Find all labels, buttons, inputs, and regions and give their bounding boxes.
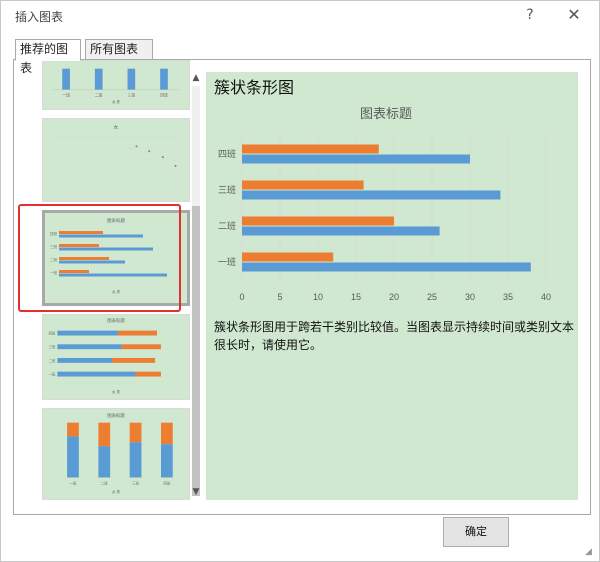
thumb5-cat-0: 一班 — [70, 480, 77, 485]
dialog-title: 插入图表 — [15, 10, 64, 24]
resize-grip-icon[interactable]: ◢ — [585, 547, 597, 559]
bar-male — [242, 190, 501, 200]
category-label: 一班 — [218, 256, 236, 267]
preview-chart-type-title: 簇状条形图 — [214, 78, 295, 97]
x-tick-label: 25 — [427, 292, 437, 302]
thumb1-cat-3: 四班 — [160, 93, 168, 98]
thumb5-cat-2: 三班 — [132, 480, 139, 485]
ok-button[interactable]: 确定 — [443, 517, 509, 547]
thumb3-legend: 女 男 — [112, 289, 121, 294]
close-button[interactable]: ✕ — [561, 4, 587, 26]
bar-male — [242, 226, 440, 236]
tab-recommended-charts[interactable]: 推荐的图表 — [15, 39, 81, 75]
scroll-thumb[interactable] — [192, 206, 200, 496]
thumb3-cat-2: 三班 — [50, 244, 57, 249]
thumb2-title: 女 — [114, 124, 119, 131]
thumb3-cat-1: 二班 — [50, 257, 57, 262]
bar-female — [242, 216, 394, 226]
tab-all-charts[interactable]: 所有图表 — [85, 39, 153, 60]
thumb3-cat-0: 一班 — [50, 270, 57, 275]
thumb5-legend: 女 男 — [112, 489, 120, 494]
help-button[interactable]: ? — [517, 4, 543, 26]
thumbnail-scatter[interactable]: 女 — [42, 118, 190, 202]
thumbnail-stacked-bar[interactable]: 图表标题 四班 三班 二班 一班 女 男 — [42, 314, 190, 400]
x-tick-label: 35 — [503, 292, 513, 302]
thumbnail-clustered-column[interactable]: 一班 二班 三班 四班 女 男 — [42, 60, 190, 110]
x-tick-label: 5 — [277, 292, 282, 302]
thumb3-cat-3: 四班 — [50, 231, 57, 236]
thumb4-cat-0: 一班 — [49, 372, 56, 377]
preview-chart: 图表标题 一班二班三班四班 0510152025303540 女男 — [206, 102, 578, 324]
thumbnail-clustered-bar[interactable]: 图表标题 四班 三班 二班 一班 女 男 — [42, 210, 190, 306]
x-tick-label: 40 — [541, 292, 551, 302]
chart-preview: 簇状条形图 图表标题 一班二班三班四班 0510152025303540 女男 … — [206, 72, 578, 500]
category-label: 二班 — [218, 220, 236, 231]
bar-female — [242, 252, 334, 262]
thumbnail-scatter-graphic: 女 — [53, 124, 181, 196]
thumb5-cat-3: 四班 — [163, 480, 170, 485]
thumbnail-percent-stacked-column[interactable]: 图表标题 一班 二班 三班 四班 女 男 — [42, 408, 190, 500]
x-tick-label: 0 — [239, 292, 244, 302]
x-tick-label: 20 — [389, 292, 399, 302]
bar-male — [242, 262, 531, 272]
insert-chart-dialog: 插入图表 ? ✕ 推荐的图表 所有图表 一班 二班 三班 四班 女 男 女 图表… — [0, 0, 600, 562]
category-label: 四班 — [218, 148, 236, 159]
x-tick-label: 30 — [465, 292, 475, 302]
bar-female — [242, 180, 364, 190]
thumb5-cat-1: 二班 — [101, 480, 108, 485]
thumb1-cat-0: 一班 — [62, 93, 70, 98]
thumbnail-clustered-column-graphic: 一班 二班 三班 四班 女 男 — [52, 68, 180, 104]
thumb1-cat-1: 二班 — [95, 93, 103, 98]
scroll-track[interactable] — [192, 86, 200, 496]
thumbnail-percent-stacked-column-graphic: 图表标题 一班 二班 三班 四班 女 男 — [67, 412, 173, 494]
clustered-bar-chart: 图表标题 一班二班三班四班 0510152025303540 女男 — [218, 106, 551, 324]
scroll-up-icon[interactable]: ▲ — [190, 72, 202, 84]
thumbnail-clustered-bar-graphic: 图表标题 四班 三班 二班 一班 女 男 — [50, 217, 167, 294]
thumbnail-scrollbar[interactable]: ▲ ▼ — [190, 72, 202, 500]
x-tick-label: 10 — [313, 292, 323, 302]
bar-female — [242, 144, 379, 154]
thumb4-cat-1: 二班 — [49, 358, 56, 363]
thumbnail-stacked-bar-graphic: 图表标题 四班 三班 二班 一班 女 男 — [49, 317, 161, 394]
thumb3-title: 图表标题 — [107, 217, 125, 224]
thumb4-title: 图表标题 — [107, 317, 125, 324]
chart-type-description: 簇状条形图用于跨若干类别比较值。当图表显示持续时间或类别文本很长时，请使用它。 — [214, 320, 575, 352]
x-tick-label: 15 — [351, 292, 361, 302]
tab-panel: 一班 二班 三班 四班 女 男 女 图表标题 四班 三班 二班 一班 女 男 图… — [13, 59, 591, 515]
category-label: 三班 — [218, 184, 236, 195]
thumb4-cat-2: 三班 — [49, 344, 56, 349]
scroll-down-icon[interactable]: ▼ — [190, 486, 202, 498]
bar-male — [242, 154, 470, 164]
title-bar: 插入图表 ? ✕ — [1, 1, 599, 31]
chart-title: 图表标题 — [360, 106, 412, 121]
thumb4-cat-3: 四班 — [49, 331, 56, 336]
chart-thumbnail-list: 一班 二班 三班 四班 女 男 女 图表标题 四班 三班 二班 一班 女 男 图… — [32, 60, 192, 500]
thumb1-legend: 女 男 — [112, 99, 120, 104]
thumb4-legend: 女 男 — [112, 389, 120, 394]
thumb5-title: 图表标题 — [107, 412, 125, 419]
thumb1-cat-2: 三班 — [128, 93, 136, 98]
